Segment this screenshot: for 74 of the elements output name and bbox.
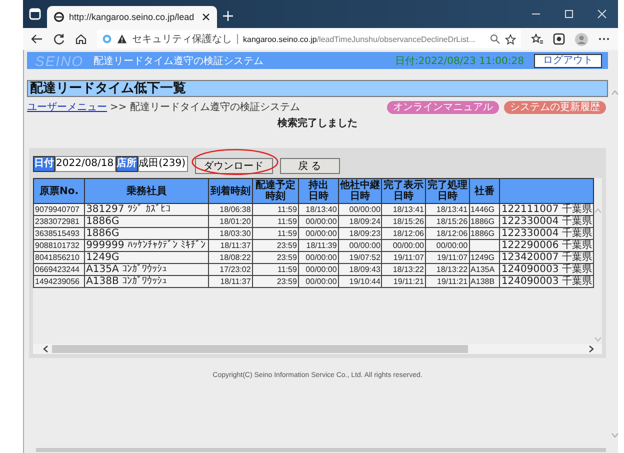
column-header: 持出日時 (298, 178, 338, 204)
table-cell: 122330004 千葉県 (500, 228, 594, 240)
column-header: 他社中継日時 (338, 178, 382, 204)
scrollbar-thumb[interactable] (52, 345, 468, 353)
table-cell: 23:59 (252, 240, 298, 252)
system-name: 配達リードタイム遵守の検証システム (94, 54, 264, 68)
column-header: 乗務社員 (84, 178, 209, 204)
address-bar[interactable]: セキュリティ保護なし kangaroo.seino.co.jp/leadTimeJunshu/observanceDeclineDrList... (97, 30, 521, 48)
table-cell: 3638515493 (34, 228, 85, 240)
table-cell: 23:59 (252, 252, 298, 264)
new-tab-icon[interactable] (223, 11, 233, 21)
table-cell: 124090003 千葉県 (500, 264, 594, 276)
action-button[interactable]: 戻 る (280, 158, 340, 174)
home-icon[interactable] (75, 33, 87, 45)
table-cell: 1249G (84, 252, 209, 264)
refresh-icon[interactable] (53, 33, 65, 45)
filter-value: 2022/08/18 (55, 156, 116, 172)
breadcrumb-trail: >> 配達リードタイム遵守の検証システム (110, 100, 300, 114)
scroll-right-icon[interactable] (589, 345, 594, 353)
table-cell: 11:59 (252, 264, 298, 276)
security-label: セキュリティ保護なし (132, 32, 232, 46)
table-cell: 122290006 千葉県 (500, 240, 594, 252)
table-cell: 123420007 千葉県 (500, 252, 594, 264)
logo: SEINO (35, 52, 84, 68)
table-cell: 122111007 千葉県 (500, 204, 594, 216)
table-cell: 8041856210 (34, 252, 85, 264)
table-cell: 381297 ﾂｼﾞ ｶｽﾞﾋｺ (84, 204, 209, 216)
scrollbar-thumb[interactable] (36, 448, 606, 452)
more-icon[interactable] (598, 37, 610, 41)
date-time: 日付:2022/08/23 11:00:28 (394, 54, 524, 68)
table-cell: A138B ｺﾝｶﾞﾜｳｯｼｭ (84, 276, 209, 288)
table-cell: 0669423244 (34, 264, 85, 276)
filter-label: 日付 (33, 156, 55, 172)
table-cell: 1494239056 (34, 276, 85, 288)
table-cell: 1886G (84, 216, 209, 228)
table-cell: 11:59 (252, 204, 298, 216)
close-icon[interactable] (202, 13, 210, 21)
table-cell: 9088101732 (34, 240, 85, 252)
browser-tab[interactable]: http://kangaroo.seino.co.jp/lead (47, 6, 217, 28)
table-cell: 2383072981 (34, 216, 85, 228)
logout-button[interactable]: ログアウト (534, 54, 602, 68)
collections-icon[interactable] (553, 33, 565, 45)
column-header: 社番 (469, 178, 500, 204)
favorites-icon[interactable] (531, 33, 543, 45)
page-title: 配達リードタイム低下一覧 (27, 80, 608, 97)
column-header: 完了処理日時 (425, 178, 470, 204)
table-cell: 23:59 (252, 276, 298, 288)
action-button[interactable]: ダウンロード (194, 158, 273, 174)
table-cell: 9079940707 (34, 204, 85, 216)
table-cell: 122330004 千葉県 (500, 216, 594, 228)
column-header: 完了表示日時 (382, 178, 426, 204)
table-cell: A135A ｺﾝｶﾞﾜｳｯｼｭ (84, 264, 209, 276)
table-cell: 11:59 (252, 228, 298, 240)
back-icon[interactable] (31, 33, 43, 45)
zoom-icon[interactable] (490, 34, 500, 44)
column-header: 到着時刻 (208, 178, 252, 204)
filter-value: 成田(239) (138, 156, 188, 172)
favorite-star-icon[interactable] (505, 34, 516, 44)
status-message: 検索完了しました (276, 116, 358, 130)
avatar-icon[interactable] (575, 32, 588, 46)
url-text: kangaroo.seino.co.jp/leadTimeJunshu/observanceDeclineDrList... (243, 34, 476, 44)
browser-logo-icon (102, 34, 112, 44)
column-header: 原票No. (34, 178, 85, 204)
column-header: 配達予定時刻 (252, 178, 298, 204)
table-cell: 124090003 千葉県 (500, 276, 594, 288)
scroll-left-icon[interactable] (43, 345, 48, 353)
table-cell: 11:59 (252, 216, 298, 228)
table-cell: 1886G (84, 228, 209, 240)
warning-icon (117, 34, 127, 44)
breadcrumb-link[interactable]: ユーザーメニュー (27, 100, 107, 114)
table-cell: 999999 ﾊｯｹﾝﾁｬｸﾃﾞﾝ ﾐｷﾁﾞﾝ (84, 240, 209, 252)
browser-logo-icon (54, 12, 64, 22)
tab-actions-icon[interactable] (29, 8, 41, 20)
maximize-icon[interactable] (564, 9, 574, 19)
